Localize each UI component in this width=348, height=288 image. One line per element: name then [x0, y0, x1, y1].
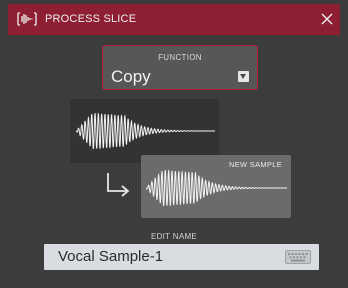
- source-waveform: [70, 99, 219, 163]
- waveform-icon: [75, 112, 216, 150]
- function-label: FUNCTION: [158, 53, 202, 62]
- waveform-line: [145, 169, 288, 207]
- edit-name-label: EDIT NAME: [150, 232, 198, 241]
- arrow-down-right-icon: [107, 173, 130, 197]
- chevron-down-icon[interactable]: [238, 71, 249, 82]
- waveform-bracket-icon: [17, 12, 37, 26]
- process-slice-dialog: PROCESS SLICE FUNCTION Copy NEW SAMPLE E…: [0, 0, 348, 288]
- function-value: Copy: [111, 67, 151, 86]
- waveform-line: [75, 112, 216, 150]
- keyboard-icon[interactable]: [285, 250, 311, 264]
- close-icon[interactable]: [320, 12, 334, 26]
- dialog-title: PROCESS SLICE: [45, 13, 137, 25]
- title-bar: PROCESS SLICE: [8, 4, 340, 35]
- name-value: Vocal Sample-1: [58, 248, 164, 265]
- new-sample-label: NEW SAMPLE: [228, 160, 282, 169]
- name-input[interactable]: Vocal Sample-1: [44, 244, 319, 270]
- new-sample-preview: NEW SAMPLE: [141, 155, 291, 218]
- function-select[interactable]: FUNCTION Copy: [102, 45, 258, 90]
